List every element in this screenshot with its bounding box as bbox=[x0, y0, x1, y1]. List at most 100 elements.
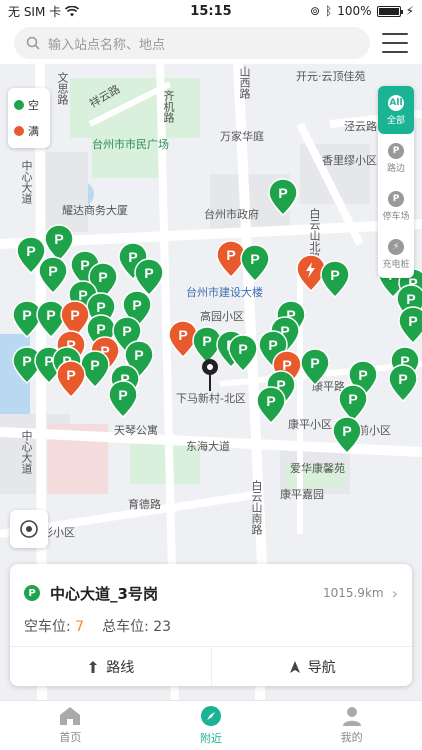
parking-info-card[interactable]: P 中心大道_3号岗 1015.9km › 空车位: 7 总车位: 23 路线 … bbox=[10, 564, 412, 686]
legend-item-full: 满 bbox=[8, 118, 50, 144]
svg-text:P: P bbox=[22, 353, 31, 369]
filter-label: 全部 bbox=[386, 115, 405, 126]
svg-text:P: P bbox=[96, 299, 105, 315]
total-label: 总车位: bbox=[102, 619, 149, 635]
locate-icon bbox=[20, 520, 38, 538]
map-label: 高园小区 bbox=[200, 310, 244, 323]
route-icon bbox=[89, 660, 98, 673]
map-label: 白云山南路 bbox=[250, 480, 263, 535]
filter-charging[interactable]: ⚡ 充电桩 bbox=[378, 230, 414, 278]
free-spaces: 空车位: 7 bbox=[24, 616, 84, 636]
svg-text:P: P bbox=[310, 355, 319, 371]
free-value: 7 bbox=[75, 619, 85, 635]
svg-text:P: P bbox=[144, 265, 153, 281]
map-label: 天琴公寓 bbox=[114, 424, 158, 437]
parking-icon: P bbox=[388, 142, 404, 159]
parking-pin-free[interactable]: P bbox=[268, 178, 298, 216]
route-label: 路线 bbox=[106, 659, 135, 676]
parking-pin-free[interactable]: P bbox=[332, 416, 362, 454]
all-icon: All bbox=[388, 94, 404, 111]
filter-label: 充电桩 bbox=[382, 259, 410, 270]
map-label: 耀达商务大厦 bbox=[62, 204, 128, 217]
svg-text:P: P bbox=[122, 323, 131, 339]
legend-item-empty: 空 bbox=[8, 92, 50, 118]
search-bar: 输入站点名称、地点 bbox=[0, 22, 422, 64]
map-label: 中心大道 bbox=[20, 160, 33, 204]
svg-text:P: P bbox=[408, 313, 417, 329]
search-placeholder: 输入站点名称、地点 bbox=[48, 37, 166, 53]
parking-pin-free[interactable]: P bbox=[228, 334, 258, 372]
navigation-icon bbox=[289, 660, 300, 673]
parking-icon: P bbox=[388, 190, 404, 207]
parking-pin-free[interactable]: P bbox=[108, 380, 138, 418]
clock: 15:15 bbox=[190, 3, 232, 19]
battery-icon bbox=[376, 5, 403, 17]
parking-pin-free[interactable]: P bbox=[388, 364, 418, 402]
navigate-button[interactable]: 导航 bbox=[210, 647, 413, 686]
map-label: 香里缪小区 bbox=[322, 154, 377, 167]
svg-text:P: P bbox=[66, 367, 75, 383]
svg-text:P: P bbox=[330, 267, 339, 283]
map-label: 台州市政府 bbox=[204, 208, 259, 221]
map-label: 康平小区 bbox=[288, 418, 332, 431]
svg-text:P: P bbox=[202, 333, 211, 349]
map-label: 康平嘉园 bbox=[280, 488, 324, 501]
parking-icon: P bbox=[24, 585, 40, 601]
map-label: 开元·云顶佳苑 bbox=[296, 70, 366, 83]
parking-pin-full[interactable]: P bbox=[56, 360, 86, 398]
tab-home[interactable]: 首页 bbox=[0, 701, 141, 750]
map-label: 育德路 bbox=[128, 498, 161, 511]
svg-text:P: P bbox=[132, 297, 141, 313]
tab-nearby[interactable]: 附近 bbox=[141, 701, 282, 750]
svg-text:P: P bbox=[250, 251, 259, 267]
svg-text:P: P bbox=[266, 393, 275, 409]
current-location-pin bbox=[201, 358, 219, 396]
tab-profile[interactable]: 我的 bbox=[281, 701, 422, 750]
home-icon bbox=[60, 707, 81, 725]
parking-pin-free[interactable]: P bbox=[300, 348, 330, 386]
search-input[interactable]: 输入站点名称、地点 bbox=[14, 27, 370, 59]
svg-text:P: P bbox=[178, 327, 187, 343]
svg-text:P: P bbox=[22, 307, 31, 323]
parking-pin-free[interactable]: P bbox=[320, 260, 350, 298]
total-value: 23 bbox=[153, 619, 172, 635]
station-name: 中心大道_3号岗 bbox=[50, 584, 158, 603]
svg-text:P: P bbox=[134, 347, 143, 363]
menu-button[interactable] bbox=[382, 33, 408, 53]
legend-label: 空 bbox=[28, 99, 39, 112]
map-label: 中心大道 bbox=[20, 430, 33, 474]
compass-icon bbox=[201, 706, 221, 726]
free-label: 空车位: bbox=[24, 619, 71, 635]
filter-parking-lot[interactable]: P 停车场 bbox=[378, 182, 414, 230]
tab-label: 我的 bbox=[340, 731, 363, 744]
filter-roadside[interactable]: P 路边 bbox=[378, 134, 414, 182]
locate-button[interactable] bbox=[10, 510, 48, 548]
parking-pin-free[interactable]: P bbox=[256, 386, 286, 424]
route-button[interactable]: 路线 bbox=[10, 647, 211, 686]
svg-text:P: P bbox=[98, 269, 107, 285]
filter-all[interactable]: All 全部 bbox=[378, 86, 414, 134]
parking-pin-free[interactable]: P bbox=[398, 306, 422, 344]
status-bar: 无 SIM 卡 15:15 ⊚ ᛒ 100% ⚡ bbox=[0, 0, 422, 22]
legend-dot bbox=[14, 100, 24, 110]
parking-pin-free[interactable]: P bbox=[240, 244, 270, 282]
svg-text:P: P bbox=[358, 367, 367, 383]
chevron-right-icon[interactable]: › bbox=[392, 584, 398, 603]
user-icon bbox=[342, 707, 361, 726]
map-label: 泾云路 bbox=[344, 120, 377, 133]
map-label: 台州市市民广场 bbox=[92, 138, 169, 151]
svg-text:P: P bbox=[90, 357, 99, 373]
map-label: 文思路 bbox=[56, 72, 69, 105]
search-icon bbox=[26, 36, 40, 50]
map-label: 齐机路 bbox=[162, 90, 175, 123]
svg-text:P: P bbox=[406, 291, 415, 307]
map-label: 万家华庭 bbox=[220, 130, 264, 143]
parking-pin-free[interactable]: P bbox=[38, 256, 68, 294]
map-label: 前小区 bbox=[358, 424, 391, 437]
svg-text:P: P bbox=[46, 307, 55, 323]
svg-text:P: P bbox=[398, 371, 407, 387]
svg-text:P: P bbox=[48, 263, 57, 279]
filter-panel: All 全部 P 路边 P 停车场 ⚡ 充电桩 bbox=[378, 86, 414, 278]
legend-dot bbox=[14, 126, 24, 136]
svg-text:P: P bbox=[278, 185, 287, 201]
